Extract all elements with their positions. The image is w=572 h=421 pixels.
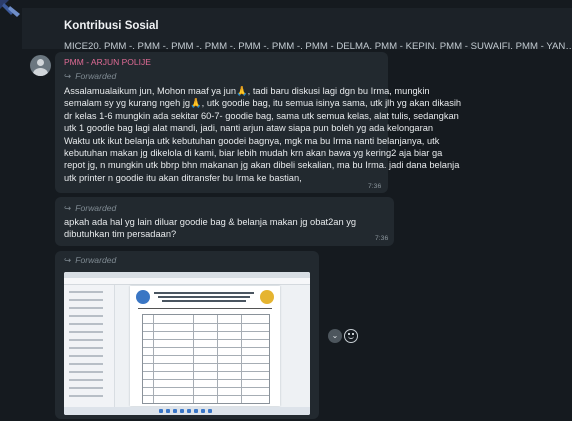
group-title: Kontribusi Sosial xyxy=(64,20,159,32)
message-line: Assalamualaikum jun, Mohon maaf ya jun🙏,… xyxy=(64,86,430,96)
sender-name[interactable]: PMM - ARJUN POLIJE xyxy=(64,57,151,67)
image-file-sidebar xyxy=(64,285,115,407)
message-line: dr kelas 1-6 mungkin ada sekitar 60-7- g… xyxy=(64,110,459,121)
message-line: apkah ada hal yg lain diluar goodie bag … xyxy=(64,217,357,227)
message-actions: ⌄ xyxy=(328,329,358,343)
document-logo-right xyxy=(260,290,274,304)
document-logo-left xyxy=(136,290,150,304)
chat-header[interactable]: Kontribusi Sosial MICE20, PMM -, PMM -, … xyxy=(22,8,572,52)
image-taskbar xyxy=(64,407,310,415)
avatar-head-shape xyxy=(37,59,44,66)
message-bubble[interactable]: ↪ Forwarded xyxy=(55,251,319,419)
message-line: dibutuhkan tim persadaan? xyxy=(64,229,177,240)
image-document-page xyxy=(130,286,280,406)
chat-app: Kontribusi Sosial MICE20, PMM -, PMM -, … xyxy=(0,0,572,421)
image-address-bar xyxy=(64,278,310,285)
message-text: Assalamualaikum jun, Mohon maaf ya jun🙏,… xyxy=(64,85,461,184)
message-time: 7:36 xyxy=(375,235,389,242)
forwarded-text: Forwarded xyxy=(75,203,117,213)
chevron-down-icon[interactable]: ⌄ xyxy=(328,329,342,343)
forwarded-text: Forwarded xyxy=(75,255,117,265)
forwarded-text: Forwarded xyxy=(75,71,117,81)
message-line: utk printer n goodie itu akan ditransfer… xyxy=(64,172,302,183)
message-line: repot jg, n mungkin utk bbrp bhn makanan… xyxy=(64,160,460,171)
message-time: 7:36 xyxy=(368,183,382,190)
message-line: utk 1 goodie bag lagi alat mandi, jadi, … xyxy=(64,123,434,134)
forwarded-label: ↪ Forwarded xyxy=(64,71,116,82)
message-line: kebutuhan makan jg dikelola di kami, bia… xyxy=(64,148,443,159)
app-logo-icon xyxy=(0,0,20,17)
document-table xyxy=(142,314,270,404)
message-bubble[interactable]: PMM - ARJUN POLIJE ↪ Forwarded Assalamual… xyxy=(55,52,461,193)
forwarded-image[interactable] xyxy=(64,272,310,415)
message-line: Waktu utk ikut belanja utk kebutuhan goo… xyxy=(64,135,440,146)
message-text: apkah ada hal yg lain diluar goodie bag … xyxy=(64,216,356,241)
message-line: semalam sy yg kurang ngeh jg🙏, utk goodi… xyxy=(64,98,462,109)
forwarded-label: ↪ Forwarded xyxy=(64,203,116,214)
avatar[interactable] xyxy=(30,55,51,76)
forward-arrow-icon: ↪ xyxy=(64,203,72,213)
forward-arrow-icon: ↪ xyxy=(64,255,72,265)
emoji-smile-icon[interactable] xyxy=(344,329,358,343)
forward-arrow-icon: ↪ xyxy=(64,71,72,81)
avatar-body-shape xyxy=(33,68,48,76)
message-bubble[interactable]: ↪ Forwarded apkah ada hal yg lain diluar … xyxy=(55,197,394,246)
forwarded-label: ↪ Forwarded xyxy=(64,255,116,266)
